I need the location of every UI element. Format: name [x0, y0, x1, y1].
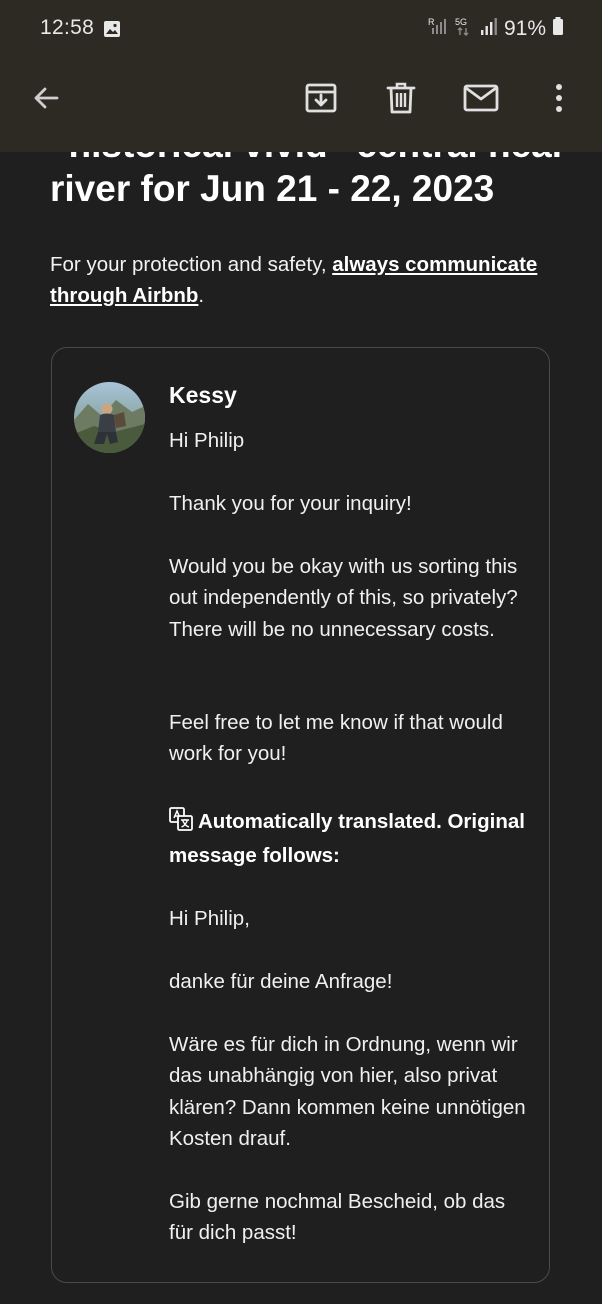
5g-label: 5G: [455, 17, 467, 27]
signal-roaming-icon: R: [428, 16, 448, 41]
safety-text: For your protection and safety,: [50, 253, 333, 276]
mail-icon: [463, 84, 499, 112]
message-paragraph: Hi Philip: [169, 429, 245, 452]
image-notification-icon: [103, 20, 121, 38]
sender-name: Kessy: [169, 382, 237, 408]
app-bar: 12:58 R 5G 91%: [0, 0, 602, 152]
message-paragraph: Would you be okay with us sorting this o…: [169, 555, 518, 641]
status-indicators: R 5G 91%: [428, 16, 564, 41]
message-paragraph: Thank you for your inquiry!: [169, 492, 412, 515]
status-bar: 12:58 R 5G 91%: [0, 0, 602, 58]
back-button[interactable]: [18, 70, 74, 126]
archive-icon: [305, 83, 337, 113]
arrow-left-icon: [34, 87, 59, 109]
email-toolbar: [0, 70, 602, 128]
trash-icon: [386, 82, 416, 114]
roaming-label: R: [428, 17, 435, 27]
delete-button[interactable]: [373, 70, 429, 126]
more-options-button[interactable]: [531, 70, 587, 126]
more-vertical-icon: [556, 84, 562, 112]
message-paragraph: Hi Philip,: [169, 907, 250, 930]
battery-percent: 91%: [503, 16, 546, 40]
signal-icon: [480, 16, 498, 41]
message-paragraph: danke für deine Anfrage!: [169, 970, 393, 993]
message-paragraph: Feel free to let me know if that would w…: [169, 711, 503, 766]
archive-button[interactable]: [293, 70, 349, 126]
email-screen: 12:58 R 5G 91% river for Jun 21 - 22, 20…: [0, 0, 602, 1304]
translation-notice-text: Automatically translated. Original messa…: [169, 810, 525, 868]
status-time: 12:58: [40, 16, 95, 39]
safety-text-end: .: [198, 284, 205, 307]
avatar[interactable]: [74, 382, 145, 453]
message-paragraph: Wäre es für dich in Ordnung, wenn wir da…: [169, 1033, 526, 1150]
translate-icon: [169, 807, 193, 840]
mark-unread-button[interactable]: [453, 70, 509, 126]
5g-data-icon: 5G: [454, 16, 474, 41]
battery-icon: [552, 16, 564, 41]
safety-notice: For your protection and safety, always c…: [50, 249, 560, 311]
translation-notice: Automatically translated. Original messa…: [169, 806, 529, 872]
message-paragraph: Gib gerne nochmal Bescheid, ob das für d…: [169, 1190, 506, 1245]
email-title-line-2: river for Jun 21 - 22, 2023: [50, 168, 495, 209]
